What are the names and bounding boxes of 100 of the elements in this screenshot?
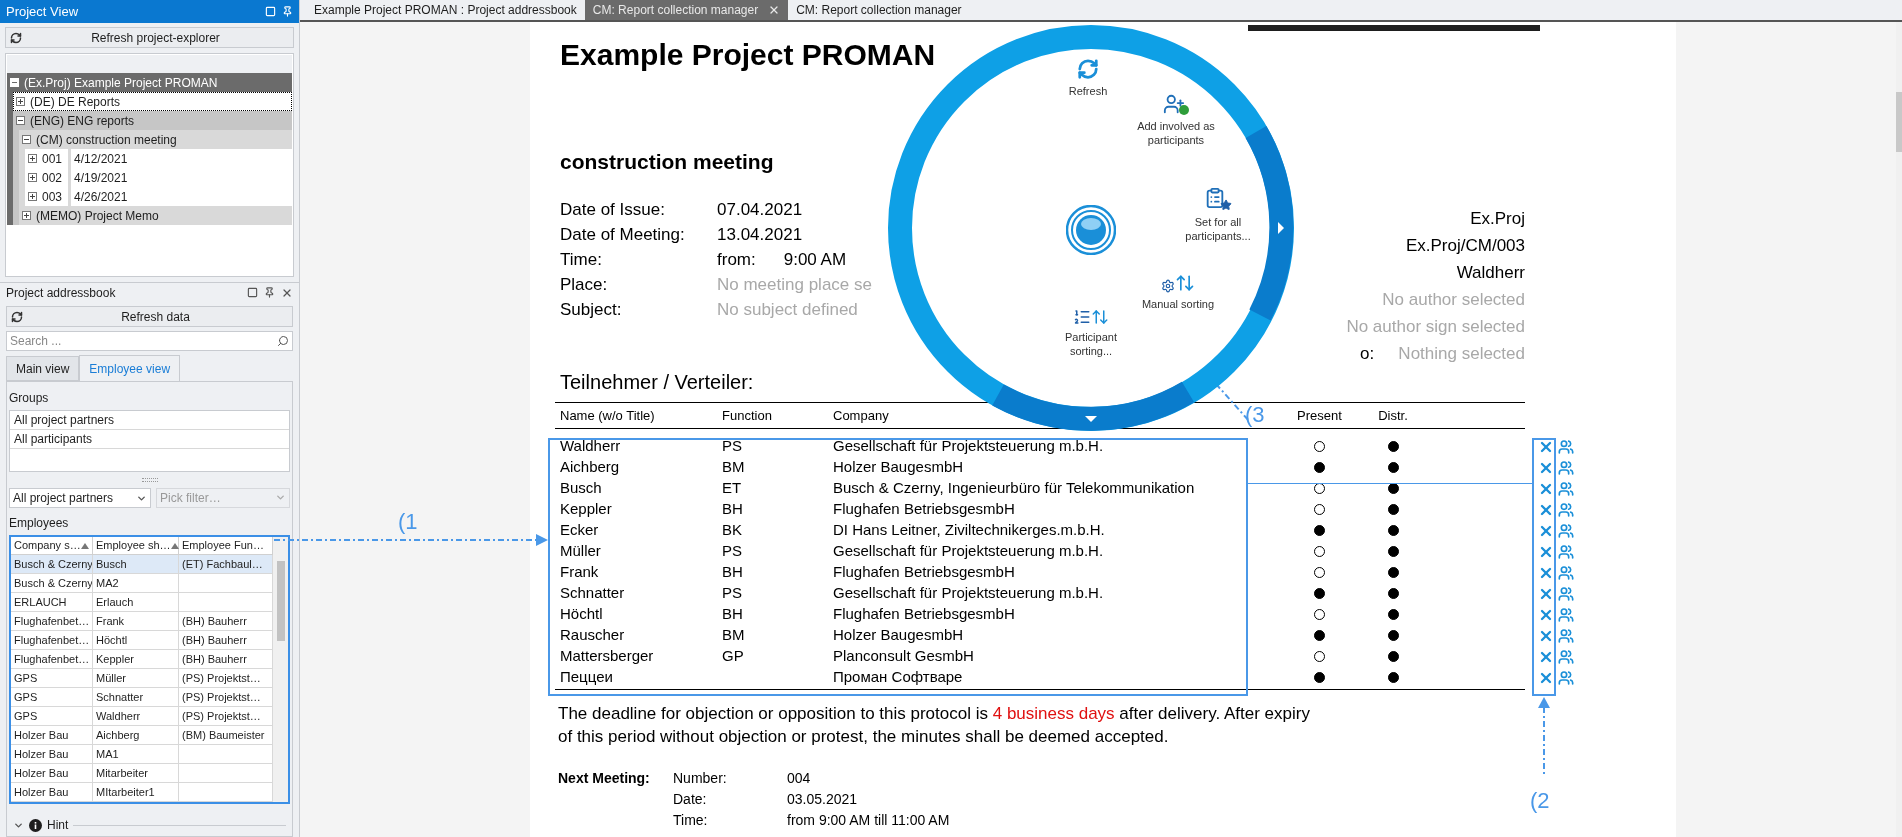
tree-item[interactable]: 002 4/19/2021 <box>25 168 292 187</box>
group-item[interactable]: All participants <box>10 430 289 449</box>
column-header[interactable]: Employee sh… <box>93 537 179 554</box>
table-row[interactable]: Flughafenbet… Höchtl (BH) Bauherr <box>11 631 273 650</box>
person-icon[interactable] <box>1558 522 1574 539</box>
center-button[interactable] <box>1066 205 1116 255</box>
table-row[interactable]: Busch & Czerny MA2 <box>11 574 273 593</box>
table-cell-text: Erlauch <box>96 594 134 610</box>
table-row[interactable]: GPS Müller (PS) Projektst… <box>11 669 273 688</box>
radial-menu-item[interactable]: Manual sorting <box>1133 273 1223 311</box>
tree-item[interactable]: (Ex.Proj) Example Project PROMAN <box>7 73 292 92</box>
person-icon[interactable] <box>1558 564 1574 581</box>
tree-item[interactable]: (CM) construction meeting <box>19 130 292 149</box>
table-row[interactable]: Busch & Czerny Busch (ET) Fachbaul… <box>11 555 273 574</box>
report-number: 003 <box>42 188 64 206</box>
expand-icon[interactable] <box>22 211 31 220</box>
pin-icon[interactable] <box>282 6 293 17</box>
person-icon[interactable] <box>1558 606 1574 623</box>
refresh-explorer-button[interactable]: Refresh project-explorer <box>5 27 294 48</box>
expand-icon[interactable] <box>28 154 37 163</box>
group-item[interactable]: All project partners <box>10 411 289 430</box>
table-cell-text: ERLAUCH <box>14 594 67 610</box>
tree-item[interactable]: 001 4/12/2021 <box>25 149 292 168</box>
radial-menu-item[interactable]: Set for all participants... <box>1168 187 1268 243</box>
participant-function: BM <box>722 626 745 644</box>
field-value: No author sign selected <box>1346 315 1525 338</box>
distribution-dot-filled[interactable] <box>1387 441 1399 452</box>
distribution-dot-filled[interactable] <box>1387 651 1399 662</box>
table-cell-text: (BH) Bauherr <box>182 632 247 648</box>
table-row[interactable]: Holzer Bau MItarbeiter1 <box>11 783 273 802</box>
present-dot-empty[interactable] <box>1314 651 1325 662</box>
tree-item[interactable]: (DE) DE Reports <box>13 92 292 111</box>
person-icon[interactable] <box>1558 480 1574 497</box>
person-icon[interactable] <box>1558 648 1574 665</box>
distribution-dot-filled[interactable] <box>1387 462 1399 473</box>
present-dot-filled[interactable] <box>1314 672 1325 683</box>
table-row[interactable]: Holzer Bau Aichberg (BM) Baumeister <box>11 726 273 745</box>
table-row[interactable]: GPS Waldherr (PS) Projektst… <box>11 707 273 726</box>
table-row[interactable]: Holzer Bau Mitarbeiter <box>11 764 273 783</box>
column-header[interactable]: Company s… <box>11 537 93 554</box>
present-dot-empty[interactable] <box>1314 609 1325 620</box>
table-row[interactable]: Flughafenbet… Frank (BH) Bauherr <box>11 612 273 631</box>
tree-item-label: (Ex.Proj) Example Project PROMAN <box>24 74 218 92</box>
table-cell-text: Busch <box>96 556 127 572</box>
callout-label: (3 <box>1245 401 1265 429</box>
present-dot-empty[interactable] <box>1314 567 1325 578</box>
collapse-icon[interactable] <box>22 135 31 144</box>
document-tab[interactable]: Example Project PROMAN : Project addressbook <box>306 0 585 20</box>
participant-function: ET <box>722 479 742 497</box>
expand-icon[interactable] <box>28 173 37 182</box>
scrollbar[interactable] <box>273 537 288 802</box>
present-dot-empty[interactable] <box>1314 441 1325 452</box>
expand-icon[interactable] <box>28 192 37 201</box>
table-row[interactable]: GPS Schnatter (PS) Projektst… <box>11 688 273 707</box>
view-tab[interactable]: Main view <box>6 356 80 381</box>
expand-icon[interactable] <box>16 97 25 106</box>
present-dot-filled[interactable] <box>1314 588 1325 599</box>
participant-name: Mattersberger <box>560 647 654 665</box>
section-heading: Teilnehmer / Verteiler: <box>560 370 754 394</box>
tree-item[interactable]: 003 4/26/2021 <box>25 187 292 206</box>
distribution-dot-filled[interactable] <box>1387 588 1399 599</box>
column-header: Function <box>722 407 772 423</box>
radial-menu-item[interactable]: Participant sorting... <box>1046 308 1136 358</box>
person-icon[interactable] <box>1558 459 1574 476</box>
table-row[interactable]: ERLAUCH Erlauch <box>11 593 273 612</box>
tree-item[interactable]: (ENG) ENG reports <box>13 111 292 130</box>
table-cell-text: Frank <box>96 613 125 629</box>
search-field[interactable]: Search ... <box>6 331 293 351</box>
field-label: Date of Meeting: <box>560 223 686 246</box>
pin-icon[interactable] <box>264 286 275 298</box>
distribution-dot-filled[interactable] <box>1387 567 1399 578</box>
person-icon[interactable] <box>1558 627 1574 644</box>
tree-item[interactable]: (MEMO) Project Memo <box>19 206 292 225</box>
document-tab[interactable]: CM: Report collection manager <box>788 0 970 20</box>
distribution-dot-filled[interactable] <box>1387 504 1399 515</box>
filter-dropdown[interactable]: All project partners <box>9 488 151 508</box>
person-icon[interactable] <box>1558 501 1574 518</box>
person-icon[interactable] <box>1558 669 1574 686</box>
person-icon[interactable] <box>1558 438 1574 455</box>
refresh-data-button[interactable]: Refresh data <box>6 306 293 327</box>
present-dot-empty[interactable] <box>1314 546 1325 557</box>
present-dot-filled[interactable] <box>1314 630 1325 641</box>
present-dot-empty[interactable] <box>1314 504 1325 515</box>
view-tab[interactable]: Employee view <box>79 355 181 381</box>
table-row[interactable]: Flughafenbet… Keppler (BH) Bauherr <box>11 650 273 669</box>
person-icon[interactable] <box>1558 585 1574 602</box>
collapse-icon[interactable] <box>16 116 25 125</box>
distribution-dot-filled[interactable] <box>1387 672 1399 683</box>
distribution-dot-filled[interactable] <box>1387 630 1399 641</box>
splitter-grip[interactable] <box>141 478 158 482</box>
present-dot-filled[interactable] <box>1314 462 1325 473</box>
person-icon[interactable] <box>1558 543 1574 560</box>
document-tab[interactable]: CM: Report collection manager <box>584 0 789 20</box>
maximize-icon[interactable] <box>247 286 258 298</box>
distribution-dot-filled[interactable] <box>1387 609 1399 620</box>
present-dot-filled[interactable] <box>1314 525 1325 536</box>
distribution-dot-filled[interactable] <box>1387 546 1399 557</box>
distribution-dot-filled[interactable] <box>1387 525 1399 536</box>
table-row[interactable]: Holzer Bau MA1 <box>11 745 273 764</box>
scrollbar[interactable] <box>1896 22 1902 837</box>
